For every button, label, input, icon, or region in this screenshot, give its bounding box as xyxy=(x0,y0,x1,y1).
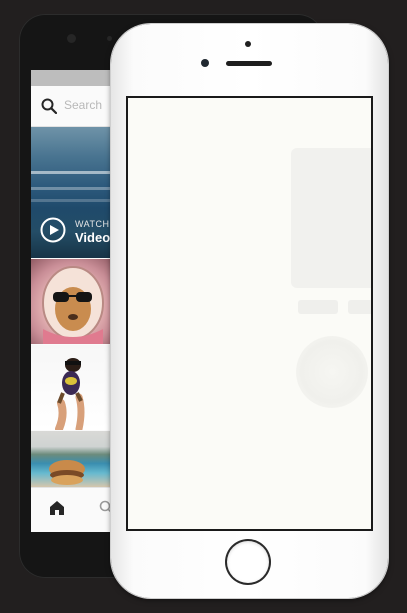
front-phone-screen xyxy=(126,96,373,531)
search-icon xyxy=(41,98,57,114)
wave-decoration xyxy=(31,199,113,202)
wave-decoration xyxy=(31,171,113,174)
home-button[interactable] xyxy=(227,541,269,583)
dog-sunglasses-image xyxy=(42,266,104,344)
video-label: Video xyxy=(75,230,111,245)
play-icon[interactable] xyxy=(40,217,66,243)
feed-tile-beach[interactable] xyxy=(31,431,113,487)
faded-chip xyxy=(298,300,338,314)
wave-decoration xyxy=(31,187,113,190)
back-phone-sensor xyxy=(107,36,112,41)
front-camera xyxy=(245,41,251,47)
front-phone xyxy=(111,24,388,598)
home-icon[interactable] xyxy=(49,500,65,516)
feed-tile-dog-held[interactable] xyxy=(31,345,113,430)
faded-chip xyxy=(348,300,371,314)
faded-image-placeholder xyxy=(291,148,371,288)
feed-tile-dog-sunglasses[interactable] xyxy=(31,259,113,344)
faded-circle xyxy=(296,336,368,408)
back-phone-camera xyxy=(67,34,76,43)
beach-burger-image xyxy=(49,460,85,485)
earpiece-speaker xyxy=(226,61,272,66)
feed-tile-video[interactable]: WATCH Video xyxy=(31,127,113,258)
device-mockup-stage: Search WATCH Video xyxy=(0,0,407,613)
held-dog-image xyxy=(55,358,85,430)
front-sensor xyxy=(201,59,209,67)
search-input[interactable]: Search xyxy=(64,98,102,112)
watch-label: WATCH xyxy=(75,219,110,229)
